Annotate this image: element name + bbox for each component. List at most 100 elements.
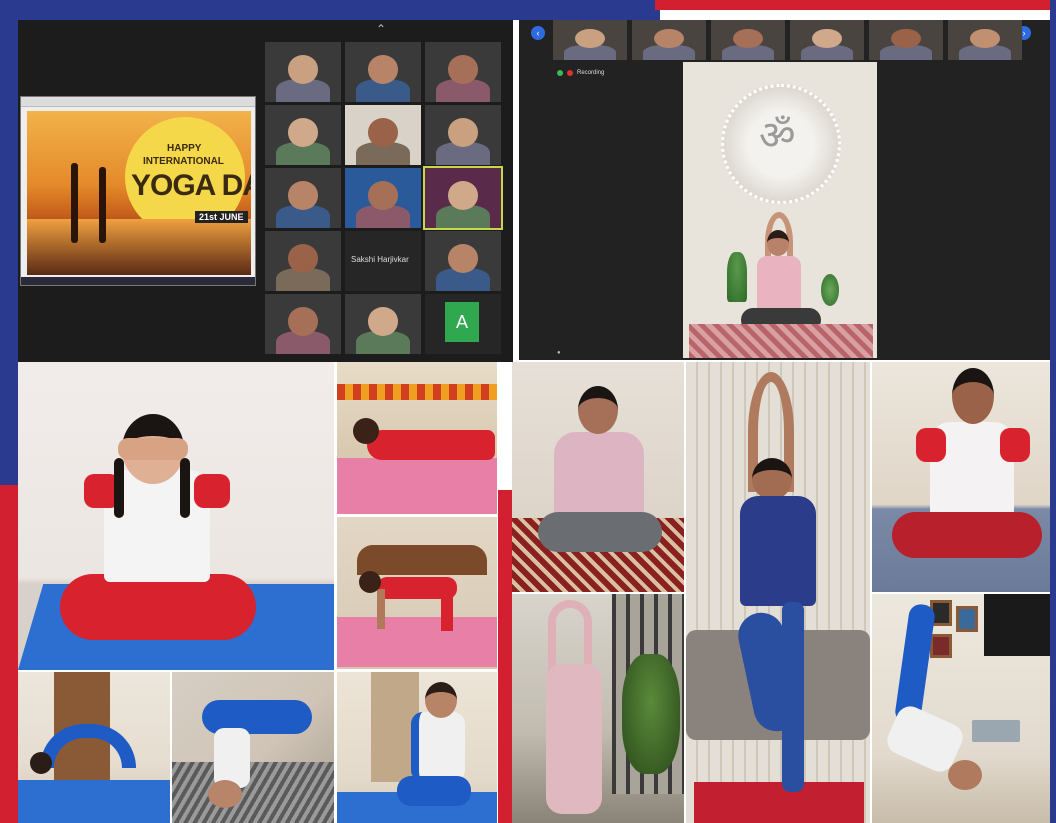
festive-bunting bbox=[337, 384, 497, 400]
child-tabletop-pose bbox=[337, 517, 497, 669]
tv-screen bbox=[984, 594, 1050, 656]
security-dot-icon bbox=[557, 70, 563, 76]
participant-face bbox=[447, 181, 479, 210]
child-head-tabletop bbox=[359, 571, 381, 593]
plant-right bbox=[821, 274, 839, 306]
frame-top-right-red bbox=[655, 0, 1056, 10]
girl-padmasana-rug bbox=[512, 362, 684, 592]
participant-thumbnail[interactable] bbox=[790, 20, 864, 60]
participant-tile bbox=[345, 42, 421, 102]
bed-headboard bbox=[357, 545, 487, 575]
girl-head-seated bbox=[952, 368, 994, 424]
participant-tile-name-only: Sakshi Harjivkar bbox=[345, 231, 421, 291]
participant-tile-avatar: A bbox=[425, 294, 501, 354]
boy-shirt-vajrasana bbox=[411, 712, 465, 782]
participant-face bbox=[447, 244, 479, 273]
participant-thumbnail[interactable] bbox=[711, 20, 785, 60]
instructor-rug bbox=[689, 324, 873, 358]
participant-tile bbox=[265, 231, 341, 291]
recording-label: Recording bbox=[577, 70, 605, 76]
browser-titlebar bbox=[21, 97, 255, 107]
wall-frame-3 bbox=[930, 634, 952, 658]
girl-upward-stretch bbox=[512, 594, 684, 823]
boy-legs-vajrasana bbox=[397, 776, 471, 806]
wall-frame-2 bbox=[956, 606, 978, 632]
girl-legs bbox=[60, 574, 256, 640]
boy-vajrasana bbox=[337, 672, 497, 823]
poster-sea bbox=[27, 219, 251, 275]
participant-tile bbox=[265, 168, 341, 228]
participant-face bbox=[812, 28, 842, 48]
girl-blue-tshirt bbox=[740, 496, 816, 606]
participant-display-name: Sakshi Harjivkar bbox=[351, 255, 409, 264]
participant-thumbnail[interactable] bbox=[632, 20, 706, 60]
participant-face bbox=[367, 118, 399, 147]
boy-cat-pose bbox=[18, 672, 170, 823]
instructor-video: ॐ bbox=[683, 62, 877, 358]
participant-face bbox=[287, 307, 319, 336]
frame-mid-red bbox=[498, 490, 512, 823]
pink-mat-2 bbox=[337, 617, 497, 667]
participant-face bbox=[654, 28, 684, 48]
participant-thumbnail[interactable] bbox=[553, 20, 627, 60]
red-mat bbox=[694, 782, 864, 823]
participant-tile bbox=[425, 231, 501, 291]
participant-face bbox=[733, 28, 763, 48]
girl-sleeve-red-r bbox=[1000, 428, 1030, 462]
participant-tile bbox=[423, 166, 503, 230]
participant-face bbox=[367, 181, 399, 210]
girl-head-vrikshasana bbox=[752, 458, 792, 500]
participant-tile bbox=[345, 105, 421, 165]
meeting-screenshot-left: ⌃ HAPPY INTERNATIONAL YOGA DAY 21st JUNE… bbox=[18, 20, 513, 362]
girl-hands-over-eyes bbox=[118, 438, 188, 460]
collage-frame: ⌃ HAPPY INTERNATIONAL YOGA DAY 21st JUNE… bbox=[0, 0, 1056, 823]
girl-braid-right bbox=[180, 458, 190, 518]
striped-mat bbox=[172, 762, 334, 823]
girl-legs-crossed bbox=[538, 512, 662, 552]
boy-torso-halasana bbox=[214, 728, 250, 788]
girl-sleeve-right bbox=[194, 474, 230, 508]
girl-braid-left bbox=[114, 458, 124, 518]
participant-face bbox=[970, 28, 1000, 48]
participant-face bbox=[287, 55, 319, 84]
poster-silhouette-2 bbox=[99, 167, 106, 243]
laptop bbox=[972, 720, 1020, 742]
girl-seated-forward bbox=[872, 362, 1050, 592]
girl-vrikshasana bbox=[686, 362, 870, 823]
girl-head-padmasana bbox=[578, 386, 618, 434]
collapse-chevron-icon[interactable]: ⌃ bbox=[376, 22, 386, 36]
mic-muted-icon: ● bbox=[557, 350, 561, 356]
frame-top-left-blue bbox=[0, 0, 660, 20]
girl-body-stretch bbox=[546, 664, 602, 814]
blue-mat-2 bbox=[18, 780, 170, 823]
participant-face bbox=[367, 55, 399, 84]
girl-shoulder-stand bbox=[872, 594, 1050, 823]
plant-left bbox=[727, 252, 747, 302]
boy-head-halasana bbox=[208, 780, 242, 808]
girl-pink-top bbox=[554, 432, 644, 524]
girl-red-pants bbox=[892, 512, 1042, 558]
participant-face bbox=[891, 28, 921, 48]
yoga-day-poster: HAPPY INTERNATIONAL YOGA DAY 21st JUNE bbox=[27, 111, 251, 275]
participant-face bbox=[287, 181, 319, 210]
participant-face bbox=[287, 244, 319, 273]
child-leg bbox=[441, 591, 453, 631]
participant-tile bbox=[345, 168, 421, 228]
nav-left-icon[interactable]: ‹ bbox=[531, 26, 545, 40]
frame-left-red bbox=[0, 485, 18, 823]
child-bhujangasana bbox=[337, 362, 497, 514]
participant-tile bbox=[265, 105, 341, 165]
participant-tile bbox=[425, 42, 501, 102]
poster-line2: INTERNATIONAL bbox=[143, 156, 224, 167]
participant-face bbox=[367, 307, 399, 336]
participant-thumbnail[interactable] bbox=[869, 20, 943, 60]
recording-dot-icon bbox=[567, 70, 573, 76]
participant-thumbnail[interactable] bbox=[948, 20, 1022, 60]
poster-date: 21st JUNE bbox=[195, 211, 248, 223]
meeting-screenshot-right: ‹ › Recording ॐ ● bbox=[519, 20, 1050, 360]
taskbar bbox=[21, 277, 255, 285]
frame-left-blue bbox=[0, 0, 18, 490]
child-arm bbox=[377, 589, 385, 629]
child-head-cobra bbox=[353, 418, 379, 444]
pink-mat-1 bbox=[337, 458, 497, 514]
